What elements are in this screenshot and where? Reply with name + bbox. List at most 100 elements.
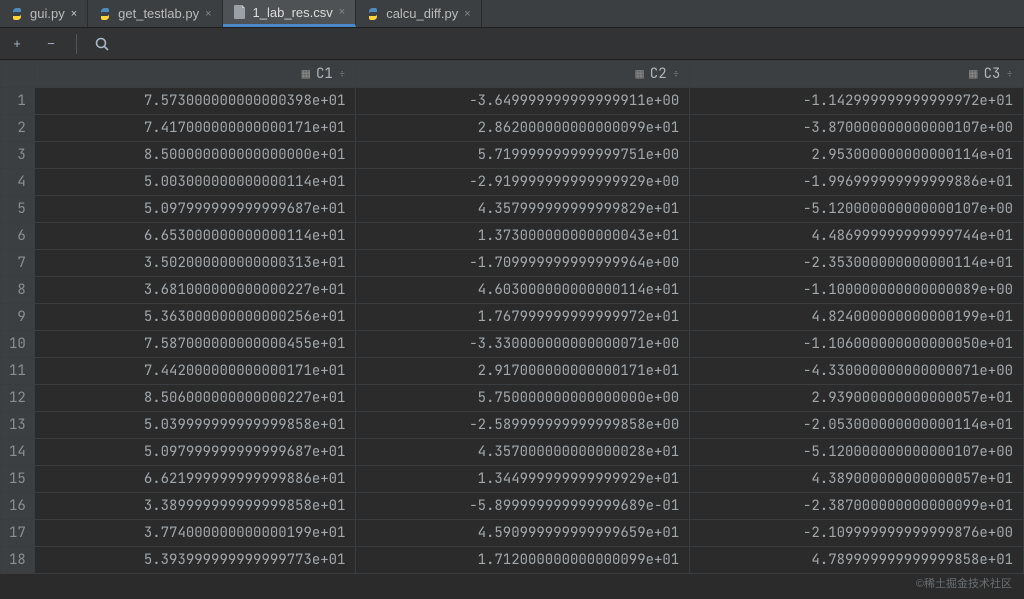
data-cell[interactable]: 4.789999999999999858e+01 <box>690 547 1024 574</box>
table-row[interactable]: 107.587000000000000455e+01-3.33000000000… <box>1 331 1024 358</box>
table-row[interactable]: 45.003000000000000114e+01-2.919999999999… <box>1 169 1024 196</box>
close-icon[interactable]: × <box>71 8 77 20</box>
close-icon[interactable]: × <box>205 8 211 20</box>
column-header-c2[interactable]: ▦ C2 ÷ <box>356 61 690 88</box>
row-number-cell: 14 <box>1 439 35 466</box>
remove-row-button[interactable]: − <box>42 35 60 53</box>
data-cell[interactable]: 5.039999999999999858e+01 <box>34 412 356 439</box>
data-cell[interactable]: 5.719999999999999751e+00 <box>356 142 690 169</box>
data-cell[interactable]: -5.120000000000000107e+00 <box>690 196 1024 223</box>
data-cell[interactable]: -5.120000000000000107e+00 <box>690 439 1024 466</box>
editor-tab[interactable]: 1_lab_res.csv× <box>223 0 357 27</box>
data-cell[interactable]: 5.097999999999999687e+01 <box>34 439 356 466</box>
tab-label: gui.py <box>30 6 65 21</box>
tab-label: calcu_diff.py <box>386 6 458 21</box>
data-cell[interactable]: 4.824000000000000199e+01 <box>690 304 1024 331</box>
data-cell[interactable]: 2.917000000000000171e+01 <box>356 358 690 385</box>
table-row[interactable]: 173.774000000000000199e+014.590999999999… <box>1 520 1024 547</box>
data-cell[interactable]: 1.344999999999999929e+01 <box>356 466 690 493</box>
table-row[interactable]: 135.039999999999999858e+01-2.58999999999… <box>1 412 1024 439</box>
data-cell[interactable]: 4.590999999999999659e+01 <box>356 520 690 547</box>
data-cell[interactable]: -3.870000000000000107e+00 <box>690 115 1024 142</box>
data-cell[interactable]: 4.357999999999999829e+01 <box>356 196 690 223</box>
data-cell[interactable]: 2.953000000000000114e+01 <box>690 142 1024 169</box>
data-toolbar: + − <box>0 28 1024 60</box>
data-cell[interactable]: -1.106000000000000050e+01 <box>690 331 1024 358</box>
data-cell[interactable]: -1.100000000000000089e+00 <box>690 277 1024 304</box>
data-cell[interactable]: 7.573000000000000398e+01 <box>34 88 356 115</box>
data-cell[interactable]: 2.939000000000000057e+01 <box>690 385 1024 412</box>
data-cell[interactable]: 1.373000000000000043e+01 <box>356 223 690 250</box>
data-cell[interactable]: 7.587000000000000455e+01 <box>34 331 356 358</box>
table-row[interactable]: 38.500000000000000000e+015.7199999999999… <box>1 142 1024 169</box>
data-cell[interactable]: 4.389000000000000057e+01 <box>690 466 1024 493</box>
data-cell[interactable]: 3.502000000000000313e+01 <box>34 250 356 277</box>
data-cell[interactable]: 5.097999999999999687e+01 <box>34 196 356 223</box>
data-cell[interactable]: -3.649999999999999911e+00 <box>356 88 690 115</box>
sort-icon: ÷ <box>339 67 346 81</box>
editor-tab[interactable]: gui.py × <box>0 0 88 27</box>
table-row[interactable]: 17.573000000000000398e+01-3.649999999999… <box>1 88 1024 115</box>
data-cell[interactable]: 7.442000000000000171e+01 <box>34 358 356 385</box>
data-cell[interactable]: 4.486999999999999744e+01 <box>690 223 1024 250</box>
data-cell[interactable]: 1.767999999999999972e+01 <box>356 304 690 331</box>
data-cell[interactable]: 5.750000000000000000e+00 <box>356 385 690 412</box>
data-cell[interactable]: 3.389999999999999858e+01 <box>34 493 356 520</box>
header-row: ▦ C1 ÷ ▦ C2 ÷ ▦ C3 ÷ <box>1 61 1024 88</box>
editor-tab[interactable]: get_testlab.py × <box>88 0 222 27</box>
column-header-c1[interactable]: ▦ C1 ÷ <box>34 61 356 88</box>
data-cell[interactable]: -2.053000000000000114e+01 <box>690 412 1024 439</box>
row-number-cell: 9 <box>1 304 35 331</box>
table-row[interactable]: 95.363000000000000256e+011.7679999999999… <box>1 304 1024 331</box>
data-cell[interactable]: 6.621999999999999886e+01 <box>34 466 356 493</box>
table-row[interactable]: 55.097999999999999687e+014.3579999999999… <box>1 196 1024 223</box>
table-row[interactable]: 66.653000000000000114e+011.3730000000000… <box>1 223 1024 250</box>
data-cell[interactable]: 1.712000000000000099e+01 <box>356 547 690 574</box>
data-cell[interactable]: 5.363000000000000256e+01 <box>34 304 356 331</box>
data-cell[interactable]: -2.109999999999999876e+00 <box>690 520 1024 547</box>
table-row[interactable]: 83.681000000000000227e+014.6030000000000… <box>1 277 1024 304</box>
data-cell[interactable]: 3.681000000000000227e+01 <box>34 277 356 304</box>
table-row[interactable]: 27.417000000000000171e+012.8620000000000… <box>1 115 1024 142</box>
data-cell[interactable]: -1.996999999999999886e+01 <box>690 169 1024 196</box>
data-cell[interactable]: -2.589999999999999858e+00 <box>356 412 690 439</box>
data-cell[interactable]: -3.330000000000000071e+00 <box>356 331 690 358</box>
sort-icon: ÷ <box>1006 67 1013 81</box>
table-row[interactable]: 73.502000000000000313e+01-1.709999999999… <box>1 250 1024 277</box>
data-cell[interactable]: 8.506000000000000227e+01 <box>34 385 356 412</box>
table-row[interactable]: 185.393999999999999773e+011.712000000000… <box>1 547 1024 574</box>
data-cell[interactable]: -2.353000000000000114e+01 <box>690 250 1024 277</box>
search-button[interactable] <box>93 35 111 53</box>
data-cell[interactable]: 3.774000000000000199e+01 <box>34 520 356 547</box>
data-cell[interactable]: 4.357000000000000028e+01 <box>356 439 690 466</box>
data-cell[interactable]: -2.387000000000000099e+01 <box>690 493 1024 520</box>
data-cell[interactable]: 8.500000000000000000e+01 <box>34 142 356 169</box>
column-label: C2 <box>650 65 667 83</box>
table-row[interactable]: 145.097999999999999687e+014.357000000000… <box>1 439 1024 466</box>
data-cell[interactable]: 5.393999999999999773e+01 <box>34 547 356 574</box>
add-row-button[interactable]: + <box>8 35 26 53</box>
data-cell[interactable]: -1.142999999999999972e+01 <box>690 88 1024 115</box>
data-cell[interactable]: 2.862000000000000099e+01 <box>356 115 690 142</box>
data-table: ▦ C1 ÷ ▦ C2 ÷ ▦ C3 ÷ <box>0 60 1024 574</box>
data-cell[interactable]: 7.417000000000000171e+01 <box>34 115 356 142</box>
data-cell[interactable]: -1.709999999999999964e+00 <box>356 250 690 277</box>
row-number-cell: 8 <box>1 277 35 304</box>
data-cell[interactable]: -2.919999999999999929e+00 <box>356 169 690 196</box>
column-header-c3[interactable]: ▦ C3 ÷ <box>690 61 1024 88</box>
data-cell[interactable]: -5.899999999999999689e-01 <box>356 493 690 520</box>
close-icon[interactable]: × <box>339 6 345 18</box>
data-cell[interactable]: 4.603000000000000114e+01 <box>356 277 690 304</box>
row-number-cell: 5 <box>1 196 35 223</box>
close-icon[interactable]: × <box>464 8 470 20</box>
table-row[interactable]: 117.442000000000000171e+012.917000000000… <box>1 358 1024 385</box>
row-number-cell: 1 <box>1 88 35 115</box>
table-row[interactable]: 128.506000000000000227e+015.750000000000… <box>1 385 1024 412</box>
tab-label: get_testlab.py <box>118 6 199 21</box>
table-row[interactable]: 156.621999999999999886e+011.344999999999… <box>1 466 1024 493</box>
table-row[interactable]: 163.389999999999999858e+01-5.89999999999… <box>1 493 1024 520</box>
data-cell[interactable]: 5.003000000000000114e+01 <box>34 169 356 196</box>
editor-tab[interactable]: calcu_diff.py × <box>356 0 481 27</box>
data-cell[interactable]: 6.653000000000000114e+01 <box>34 223 356 250</box>
data-cell[interactable]: -4.330000000000000071e+00 <box>690 358 1024 385</box>
